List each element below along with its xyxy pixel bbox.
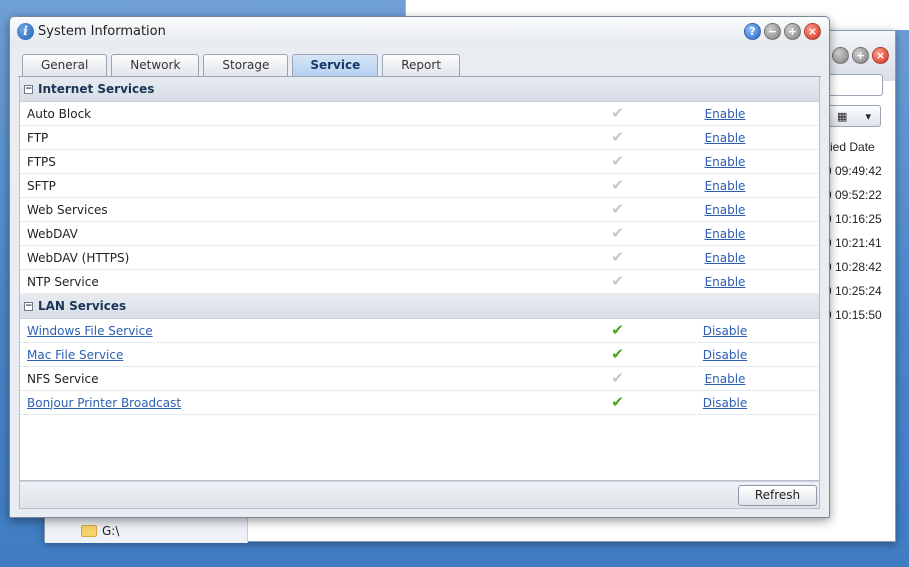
- service-name: Web Services: [27, 202, 108, 217]
- table-row: Auto Block ✔ Enable: [20, 102, 819, 126]
- window-titlebar[interactable]: i System Information ? − + ×: [10, 17, 829, 47]
- close-icon[interactable]: ×: [804, 23, 821, 40]
- modified-date-column-header[interactable]: ied Date: [825, 135, 897, 159]
- background-window-controls: + ×: [832, 47, 889, 64]
- disable-link[interactable]: Disable: [655, 348, 795, 362]
- bg-maximize-icon[interactable]: +: [852, 47, 869, 64]
- service-name-link[interactable]: Mac File Service: [20, 348, 580, 362]
- enable-link[interactable]: Enable: [655, 179, 795, 193]
- group-title: Internet Services: [38, 82, 155, 96]
- list-item: 9 09:49:42: [825, 164, 882, 178]
- minimize-icon[interactable]: −: [764, 23, 781, 40]
- checkmark-icon: ✔: [611, 345, 624, 363]
- checkmark-icon: ✔: [611, 321, 624, 339]
- table-row: WebDAV (HTTPS) ✔ Enable: [20, 246, 819, 270]
- enable-link[interactable]: Enable: [655, 155, 795, 169]
- service-name: WebDAV: [27, 226, 78, 241]
- checkmark-icon: ✔: [611, 128, 624, 146]
- tab-service[interactable]: Service: [292, 54, 379, 77]
- info-icon: i: [17, 23, 34, 40]
- tab-network[interactable]: Network: [111, 54, 200, 76]
- help-icon[interactable]: ?: [744, 23, 761, 40]
- checkmark-icon: ✔: [611, 176, 624, 194]
- checkmark-icon: ✔: [611, 393, 624, 411]
- tab-report[interactable]: Report: [382, 54, 461, 76]
- internet-services-header[interactable]: − Internet Services: [20, 77, 819, 102]
- service-name: SFTP: [27, 178, 56, 193]
- maximize-icon[interactable]: +: [784, 23, 801, 40]
- list-item: 9 10:16:25: [825, 212, 882, 226]
- grid-view-icon: ▦: [837, 109, 848, 123]
- checkmark-icon: ✔: [611, 200, 624, 218]
- disable-link[interactable]: Disable: [655, 324, 795, 338]
- service-name: FTP: [27, 130, 49, 145]
- disable-link[interactable]: Disable: [655, 396, 795, 410]
- service-name-link[interactable]: Bonjour Printer Broadcast: [20, 396, 580, 410]
- background-time-list: 9 09:49:42 9 09:52:22 9 10:16:25 9 10:21…: [825, 159, 897, 327]
- list-item: 9 09:52:22: [825, 188, 882, 202]
- enable-link[interactable]: Enable: [655, 251, 795, 265]
- background-sidebar: G:\: [45, 517, 248, 543]
- list-item: 9 10:28:42: [825, 260, 882, 274]
- checkmark-icon: ✔: [611, 104, 624, 122]
- background-search-input[interactable]: [825, 74, 883, 96]
- tab-general[interactable]: General: [22, 54, 108, 76]
- system-information-window: i System Information ? − + × General Net…: [9, 16, 830, 518]
- service-list: − Internet Services Auto Block ✔ Enable …: [19, 77, 820, 481]
- table-row: NTP Service ✔ Enable: [20, 270, 819, 294]
- table-row: WebDAV ✔ Enable: [20, 222, 819, 246]
- view-mode-button[interactable]: ▦ ▾: [827, 105, 881, 127]
- enable-link[interactable]: Enable: [655, 372, 795, 386]
- enable-link[interactable]: Enable: [655, 227, 795, 241]
- collapse-icon[interactable]: −: [24, 301, 33, 311]
- window-controls: ? − + ×: [744, 23, 821, 40]
- list-item: 9 10:25:24: [825, 284, 882, 298]
- enable-link[interactable]: Enable: [655, 275, 795, 289]
- table-row: Web Services ✔ Enable: [20, 198, 819, 222]
- window-footer: Refresh: [19, 481, 820, 509]
- checkmark-icon: ✔: [611, 248, 624, 266]
- window-title: System Information: [38, 24, 166, 39]
- enable-link[interactable]: Enable: [655, 203, 795, 217]
- service-name-link[interactable]: Windows File Service: [20, 324, 580, 338]
- lan-services-header[interactable]: − LAN Services: [20, 294, 819, 319]
- list-item: 9 10:15:50: [825, 308, 882, 322]
- service-name: FTPS: [27, 154, 56, 169]
- service-name: WebDAV (HTTPS): [27, 250, 130, 265]
- drive-label: G:\: [102, 524, 120, 538]
- service-name: NFS Service: [27, 371, 99, 386]
- refresh-button[interactable]: Refresh: [738, 485, 817, 506]
- checkmark-icon: ✔: [611, 272, 624, 290]
- table-row: Bonjour Printer Broadcast ✔ Disable: [20, 391, 819, 415]
- checkmark-icon: ✔: [611, 224, 624, 242]
- drive-item[interactable]: G:\: [81, 524, 119, 538]
- table-row: NFS Service ✔ Enable: [20, 367, 819, 391]
- bg-close-icon[interactable]: ×: [872, 47, 889, 64]
- tab-storage[interactable]: Storage: [203, 54, 289, 76]
- bg-minimize-icon[interactable]: [832, 47, 849, 64]
- collapse-icon[interactable]: −: [24, 84, 33, 94]
- tab-bar: General Network Storage Service Report: [22, 54, 461, 77]
- enable-link[interactable]: Enable: [655, 131, 795, 145]
- folder-icon: [81, 525, 97, 537]
- checkmark-icon: ✔: [611, 152, 624, 170]
- table-row: FTPS ✔ Enable: [20, 150, 819, 174]
- service-name: NTP Service: [27, 274, 99, 289]
- service-name: Auto Block: [27, 106, 92, 121]
- group-title: LAN Services: [38, 299, 127, 313]
- table-row: FTP ✔ Enable: [20, 126, 819, 150]
- table-row: SFTP ✔ Enable: [20, 174, 819, 198]
- checkmark-icon: ✔: [611, 369, 624, 387]
- table-row: Windows File Service ✔ Disable: [20, 319, 819, 343]
- enable-link[interactable]: Enable: [655, 107, 795, 121]
- list-item: 9 10:21:41: [825, 236, 882, 250]
- chevron-down-icon: ▾: [865, 109, 871, 123]
- table-row: Mac File Service ✔ Disable: [20, 343, 819, 367]
